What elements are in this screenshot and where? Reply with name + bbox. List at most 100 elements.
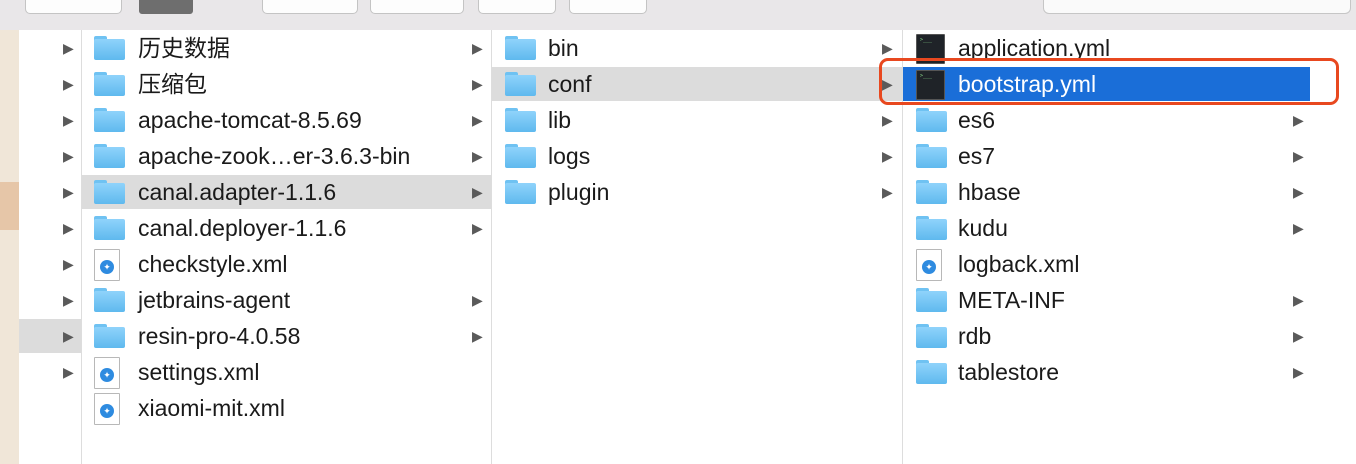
file-row[interactable]: es7 ▶	[903, 139, 1356, 173]
chevron-right-icon: ▶	[63, 220, 74, 236]
item-name: 历史数据	[138, 35, 230, 61]
item-name: logs	[548, 143, 591, 169]
arrange-button[interactable]	[370, 0, 464, 14]
file-row[interactable]: kudu ▶	[903, 211, 1356, 245]
item-name: resin-pro-4.0.58	[138, 323, 301, 349]
item-name: es6	[958, 107, 996, 133]
item-name: tablestore	[958, 359, 1060, 385]
folder-body	[916, 327, 947, 348]
folder-body	[505, 39, 536, 60]
safari-compass-icon: ✦	[100, 404, 114, 418]
folder-row[interactable]: ✦ settings.xml	[82, 355, 491, 389]
file-row[interactable]: ✦ logback.xml	[903, 247, 1356, 281]
folder-icon	[94, 72, 125, 96]
file-row[interactable]: META-INF ▶	[903, 283, 1356, 317]
folder-icon	[94, 36, 125, 60]
chevron-right-icon: ▶	[63, 256, 74, 272]
folder-body	[94, 111, 125, 132]
item-name: conf	[548, 71, 592, 97]
column-parent-row[interactable]: ▶	[19, 31, 81, 65]
folder-row[interactable]: lib ▶	[492, 103, 902, 137]
chevron-right-icon: ▶	[1293, 184, 1304, 200]
folder-row[interactable]: ✦ xiaomi-mit.xml	[82, 391, 491, 425]
folder-body	[505, 75, 536, 96]
folder-icon	[505, 144, 536, 168]
item-name: apache-tomcat-8.5.69	[138, 107, 362, 133]
finder-window: ▶ ▶ ▶ ▶ ▶ ▶ ▶ ▶ ▶ ▶ 历史数据 ▶ 压缩包 ▶ apache-tomcat-8.5.69…	[0, 0, 1356, 464]
folder-body	[916, 291, 947, 312]
folder-row[interactable]: apache-tomcat-8.5.69 ▶	[82, 103, 491, 137]
folder-row[interactable]: jetbrains-agent ▶	[82, 283, 491, 317]
view-button-columns[interactable]	[139, 0, 193, 14]
safari-compass-icon: ✦	[922, 260, 936, 274]
share-button[interactable]	[569, 0, 647, 14]
folder-row[interactable]: plugin ▶	[492, 175, 902, 209]
chevron-right-icon: ▶	[1293, 292, 1304, 308]
folder-row[interactable]: canal.adapter-1.1.6 ▶	[82, 175, 491, 209]
search-input[interactable]	[1043, 0, 1351, 14]
file-row[interactable]: es6 ▶	[903, 103, 1356, 137]
terminal-prompt-glyph: >___	[920, 37, 933, 43]
file-row[interactable]: hbase ▶	[903, 175, 1356, 209]
item-name: bin	[548, 35, 579, 61]
chevron-right-icon: ▶	[472, 328, 483, 344]
folder-row[interactable]: apache-zook…er-3.6.3-bin ▶	[82, 139, 491, 173]
chevron-right-icon: ▶	[472, 112, 483, 128]
item-name: settings.xml	[138, 359, 260, 385]
action-button[interactable]	[478, 0, 556, 14]
folder-body	[505, 111, 536, 132]
chevron-right-icon: ▶	[472, 40, 483, 56]
folder-row[interactable]: ✦ checkstyle.xml	[82, 247, 491, 281]
folder-icon	[94, 108, 125, 132]
chevron-right-icon: ▶	[63, 184, 74, 200]
item-name: rdb	[958, 323, 992, 349]
folder-row[interactable]: 压缩包 ▶	[82, 67, 491, 101]
file-row[interactable]: tablestore ▶	[903, 355, 1356, 389]
column-parent-row[interactable]: ▶	[19, 211, 81, 245]
column-parent-row[interactable]: ▶	[19, 139, 81, 173]
folder-row[interactable]: conf ▶	[492, 67, 902, 101]
folder-body	[916, 363, 947, 384]
safari-compass-icon: ✦	[100, 260, 114, 274]
chevron-right-icon: ▶	[882, 112, 893, 128]
folder-row[interactable]: bin ▶	[492, 31, 902, 65]
chevron-right-icon: ▶	[63, 112, 74, 128]
sidebar-selected-marker	[0, 182, 19, 230]
folder-icon	[505, 72, 536, 96]
folder-body	[94, 219, 125, 240]
chevron-right-icon: ▶	[1293, 220, 1304, 236]
column-parent-row[interactable]: ▶	[19, 247, 81, 281]
column-parent: ▶ ▶ ▶ ▶ ▶ ▶ ▶ ▶ ▶ ▶	[19, 30, 82, 464]
folder-icon	[916, 288, 947, 312]
chevron-right-icon: ▶	[882, 148, 893, 164]
item-name: apache-zook…er-3.6.3-bin	[138, 143, 411, 169]
folder-icon	[916, 144, 947, 168]
folder-row[interactable]: resin-pro-4.0.58 ▶	[82, 319, 491, 353]
toolbar	[0, 0, 1356, 31]
column-parent-row[interactable]: ▶	[19, 283, 81, 317]
view-button-list[interactable]	[25, 0, 122, 14]
folder-row[interactable]: 历史数据 ▶	[82, 31, 491, 65]
column-parent-row[interactable]: ▶	[19, 103, 81, 137]
file-row[interactable]: rdb ▶	[903, 319, 1356, 353]
chevron-right-icon: ▶	[882, 40, 893, 56]
chevron-right-icon: ▶	[1293, 328, 1304, 344]
view-button-gallery[interactable]	[262, 0, 358, 14]
xml-file-icon: ✦	[916, 249, 942, 281]
xml-file-icon: ✦	[94, 393, 120, 425]
column-parent-row[interactable]: ▶	[19, 319, 81, 353]
item-name: 压缩包	[138, 71, 207, 97]
column-parent-row[interactable]: ▶	[19, 67, 81, 101]
safari-compass-icon: ✦	[100, 368, 114, 382]
chevron-right-icon: ▶	[63, 148, 74, 164]
folder-row[interactable]: canal.deployer-1.1.6 ▶	[82, 211, 491, 245]
column-parent-row[interactable]: ▶	[19, 355, 81, 389]
folder-body	[916, 111, 947, 132]
folder-icon	[505, 36, 536, 60]
folder-row[interactable]: logs ▶	[492, 139, 902, 173]
folder-icon	[94, 216, 125, 240]
column-parent-row[interactable]: ▶	[19, 175, 81, 209]
folder-icon	[505, 108, 536, 132]
folder-body	[916, 183, 947, 204]
chevron-right-icon: ▶	[882, 184, 893, 200]
